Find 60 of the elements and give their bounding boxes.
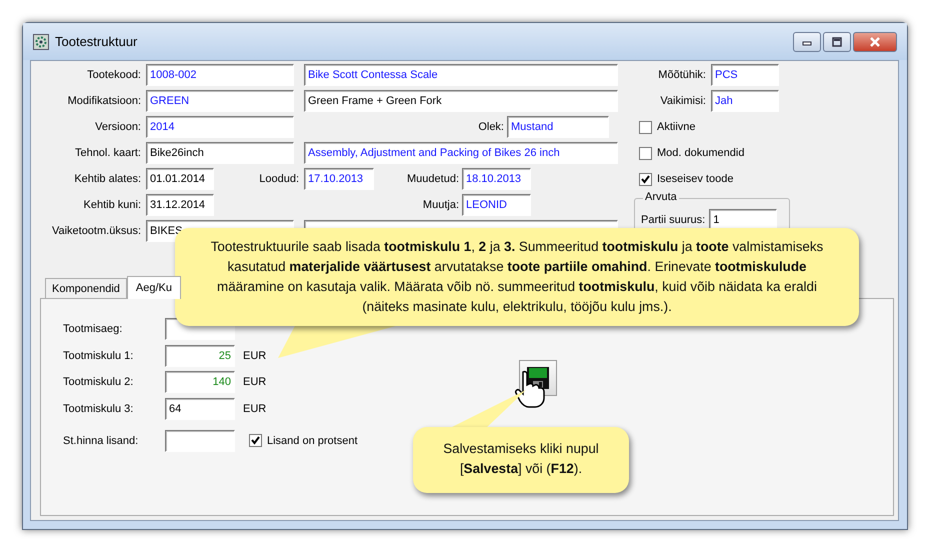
- checkbox[interactable]: [639, 120, 652, 134]
- input-field[interactable]: 31.12.2014: [146, 194, 214, 216]
- window-title: Tootestruktuur: [55, 34, 138, 49]
- input-field[interactable]: 25: [165, 344, 235, 366]
- field-label: Muudetud:: [406, 173, 459, 185]
- field-label: Modifikatsioon:: [66, 95, 141, 107]
- checkbox-label: Aktiivne: [657, 121, 696, 133]
- input-field[interactable]: LEONID: [462, 194, 531, 216]
- input-field[interactable]: 2014: [146, 116, 294, 138]
- app-icon: [33, 34, 49, 50]
- checkbox-label: Lisand on protsent: [267, 434, 358, 446]
- checkbox[interactable]: [639, 172, 652, 186]
- field-label: Tehnol. kaart:: [74, 147, 141, 159]
- input-field[interactable]: 01.01.2014: [146, 168, 214, 190]
- input-field[interactable]: Green Frame + Green Fork: [304, 90, 618, 112]
- input-field[interactable]: 140: [165, 371, 235, 393]
- checkbox[interactable]: [639, 146, 652, 160]
- field-label: Versioon:: [94, 121, 141, 133]
- unit-label: EUR: [243, 350, 266, 362]
- minimize-button[interactable]: [793, 32, 821, 52]
- input-field[interactable]: Mustand: [507, 116, 609, 138]
- field-label: Tootekood:: [86, 69, 141, 81]
- field-label: St.hinna lisand:: [63, 434, 140, 446]
- input-field[interactable]: [165, 430, 235, 452]
- field-label: Kehtib alates:: [73, 173, 141, 185]
- tab[interactable]: Komponendid: [45, 278, 127, 298]
- tab[interactable]: Aeg/Ku: [126, 276, 181, 299]
- checkbox-label: Mod. dokumendid: [657, 147, 744, 159]
- input-field[interactable]: Bike Scott Contessa Scale: [304, 64, 618, 86]
- maximize-button[interactable]: [823, 32, 851, 52]
- input-field[interactable]: 18.10.2013: [462, 168, 531, 190]
- field-label: Loodud:: [258, 173, 299, 185]
- input-field[interactable]: PCS: [711, 64, 779, 86]
- field-label: Tootmiskulu 3:: [63, 402, 134, 414]
- input-field[interactable]: Bike26inch: [146, 142, 294, 164]
- input-field[interactable]: 17.10.2013: [304, 168, 374, 190]
- field-label: Kehtib kuni:: [82, 199, 141, 211]
- input-field[interactable]: Jah: [711, 90, 779, 112]
- unit-label: EUR: [243, 376, 266, 388]
- close-button[interactable]: [853, 32, 897, 52]
- field-label: Vaiketootm.üksus:: [50, 225, 141, 237]
- hand-cursor-icon: [514, 370, 546, 408]
- close-icon: [869, 36, 881, 46]
- unit-label: EUR: [243, 402, 266, 414]
- field-label: Olek:: [477, 121, 504, 133]
- field-label: Muutja:: [422, 199, 459, 211]
- input-field[interactable]: Assembly, Adjustment and Packing of Bikes 26 inch: [304, 142, 618, 164]
- field-label: Mõõtühik:: [657, 69, 706, 81]
- maximize-icon: [831, 36, 843, 46]
- group-title: Arvuta: [643, 191, 679, 203]
- field-label: Vaikimisi:: [659, 95, 706, 107]
- input-field[interactable]: 1008-002: [146, 64, 294, 86]
- field-label: Tootmisaeg:: [63, 323, 124, 335]
- checkbox[interactable]: [249, 434, 262, 447]
- input-field[interactable]: 64: [165, 398, 235, 420]
- checkbox-label: Iseseisev toode: [657, 173, 734, 185]
- field-label: Tootmiskulu 1:: [63, 350, 134, 362]
- input-field[interactable]: GREEN: [146, 90, 294, 112]
- field-label: Partii suurus:: [641, 214, 706, 226]
- field-label: Tootmiskulu 2:: [63, 376, 134, 388]
